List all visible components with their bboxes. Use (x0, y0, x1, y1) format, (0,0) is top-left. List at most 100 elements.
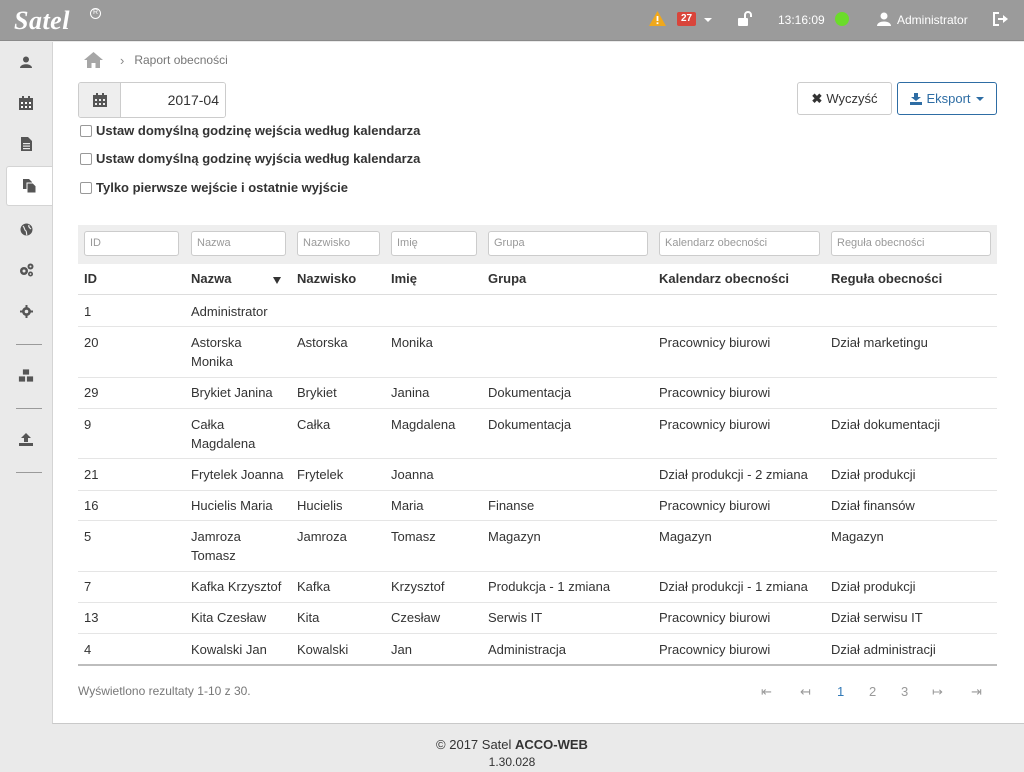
column-header-firstname[interactable]: Imię (391, 271, 417, 286)
column-header-name[interactable]: Nazwa (191, 271, 231, 286)
table-cell: Pracownicy biurowi (659, 335, 771, 350)
filter-firstname-input[interactable]: Imię (391, 231, 477, 256)
table-bottom-border (78, 664, 997, 666)
download-icon (910, 92, 923, 105)
cubes-icon (18, 369, 34, 383)
sidebar-item-reports[interactable] (6, 166, 52, 206)
chevron-right-icon: › (120, 52, 125, 68)
sidebar-item-users[interactable] (0, 42, 52, 82)
page-2-button[interactable]: 2 (869, 684, 876, 699)
page-3-button[interactable]: 3 (901, 684, 908, 699)
column-header-rule[interactable]: Reguła obecności (831, 271, 942, 286)
column-header-surname[interactable]: Nazwisko (297, 271, 356, 286)
table-cell: Magazyn (488, 529, 541, 544)
table-cell: Administracja (488, 642, 567, 657)
table-cell: Krzysztof (391, 579, 445, 594)
filter-surname-input[interactable]: Nazwisko (297, 231, 380, 256)
user-menu[interactable]: Administrator (897, 13, 968, 27)
sidebar-item-modules[interactable] (0, 356, 52, 396)
next-page-button[interactable]: ↦ (932, 684, 943, 700)
table-cell: Magdalena (391, 417, 456, 432)
row-divider (78, 377, 997, 378)
table-cell: Magazyn (831, 529, 884, 544)
option-label: Tylko pierwsze wejście i ostatnie wyjści… (96, 180, 348, 195)
month-picker[interactable] (78, 82, 226, 118)
table-cell: Kowalski Jan (191, 642, 267, 657)
chevron-down-icon[interactable] (704, 18, 712, 22)
calendar-icon[interactable] (79, 83, 121, 117)
table-cell: Magazyn (659, 529, 712, 544)
filter-group-input[interactable]: Grupa (488, 231, 648, 256)
column-header-calendar[interactable]: Kalendarz obecności (659, 271, 789, 286)
option-default-exit[interactable]: Ustaw domyślną godzinę wyjścia według ka… (80, 151, 420, 166)
option-default-entry[interactable]: Ustaw domyślną godzinę wejścia według ka… (80, 123, 420, 138)
file-icon (20, 137, 32, 151)
row-divider (78, 520, 997, 521)
sidebar-divider (16, 408, 42, 409)
breadcrumb-current: Raport obecności (134, 53, 228, 67)
sidebar-item-settings[interactable] (0, 291, 52, 331)
sidebar-item-documents[interactable] (0, 124, 52, 164)
filter-name-input[interactable]: Nazwa (191, 231, 286, 256)
table-cell: Pracownicy biurowi (659, 385, 771, 400)
table-cell: Serwis IT (488, 610, 543, 625)
home-icon[interactable] (84, 52, 103, 68)
export-button-label: Eksport (926, 91, 971, 106)
last-page-button[interactable]: ⇥ (971, 684, 982, 700)
previous-page-button[interactable]: ↤ (800, 684, 811, 700)
table-cell: Jamroza Tomasz (191, 529, 241, 563)
warning-icon[interactable] (649, 11, 666, 26)
filter-rule-input[interactable]: Reguła obecności (831, 231, 991, 256)
table-cell: 16 (84, 498, 99, 513)
globe-icon (20, 223, 32, 235)
first-page-button[interactable]: ⇤ (761, 684, 772, 700)
table-cell: Dział administracji (831, 642, 936, 657)
registered-mark-icon: R (90, 8, 101, 19)
table-cell: Jamroza (297, 529, 347, 544)
table-cell: Maria (391, 498, 424, 513)
export-button[interactable]: Eksport (897, 82, 997, 115)
row-divider (78, 458, 997, 459)
column-header-group[interactable]: Grupa (488, 271, 526, 286)
filter-calendar-input[interactable]: Kalendarz obecności (659, 231, 820, 256)
copy-files-icon (22, 179, 36, 193)
table-cell: 5 (84, 529, 92, 544)
clear-button[interactable]: ✖ Wyczyść (797, 82, 892, 115)
table-cell: Dział produkcji - 2 zmiana (659, 467, 808, 482)
table-cell: Dział marketingu (831, 335, 928, 350)
top-bar: Satel R 27 13:16:09 Administrator (0, 0, 1024, 41)
table-cell: Kita (297, 610, 320, 625)
sidebar (0, 42, 52, 724)
footer-version: 1.30.028 (488, 755, 536, 769)
table-cell: Hucielis Maria (191, 498, 273, 513)
sidebar-item-upload[interactable] (0, 419, 52, 459)
checkbox[interactable] (80, 181, 92, 194)
table-cell: Dział produkcji - 1 zmiana (659, 579, 808, 594)
table-cell: Produkcja - 1 zmiana (488, 579, 611, 594)
option-first-last[interactable]: Tylko pierwsze wejście i ostatnie wyjści… (80, 180, 348, 195)
table-cell: Dział produkcji (831, 467, 916, 482)
table-cell: 20 (84, 335, 99, 350)
alert-count-badge[interactable]: 27 (677, 12, 697, 26)
footer-copyright: © 2017 Satel ACCO-WEB (0, 737, 1024, 752)
sort-desc-icon[interactable] (273, 277, 281, 284)
table-cell: Monika (391, 335, 433, 350)
unlock-icon[interactable] (738, 11, 753, 27)
filter-id-input[interactable]: ID (84, 231, 179, 256)
upload-icon (19, 432, 33, 446)
breadcrumb: › Raport obecności (84, 52, 228, 68)
month-input[interactable] (121, 83, 225, 117)
table-cell: Pracownicy biurowi (659, 417, 771, 432)
satel-logo: Satel (14, 6, 70, 35)
logout-icon[interactable] (993, 12, 1008, 26)
sidebar-item-system[interactable] (0, 250, 52, 290)
sidebar-item-network[interactable] (0, 209, 52, 249)
sidebar-item-calendar[interactable] (0, 83, 52, 123)
page-1-button[interactable]: 1 (837, 684, 844, 699)
table-cell: 29 (84, 385, 99, 400)
column-header-id[interactable]: ID (84, 271, 97, 286)
checkbox[interactable] (80, 152, 92, 165)
checkbox[interactable] (80, 124, 92, 137)
header-divider (78, 294, 997, 295)
table-cell: Astorska Monika (191, 335, 242, 369)
